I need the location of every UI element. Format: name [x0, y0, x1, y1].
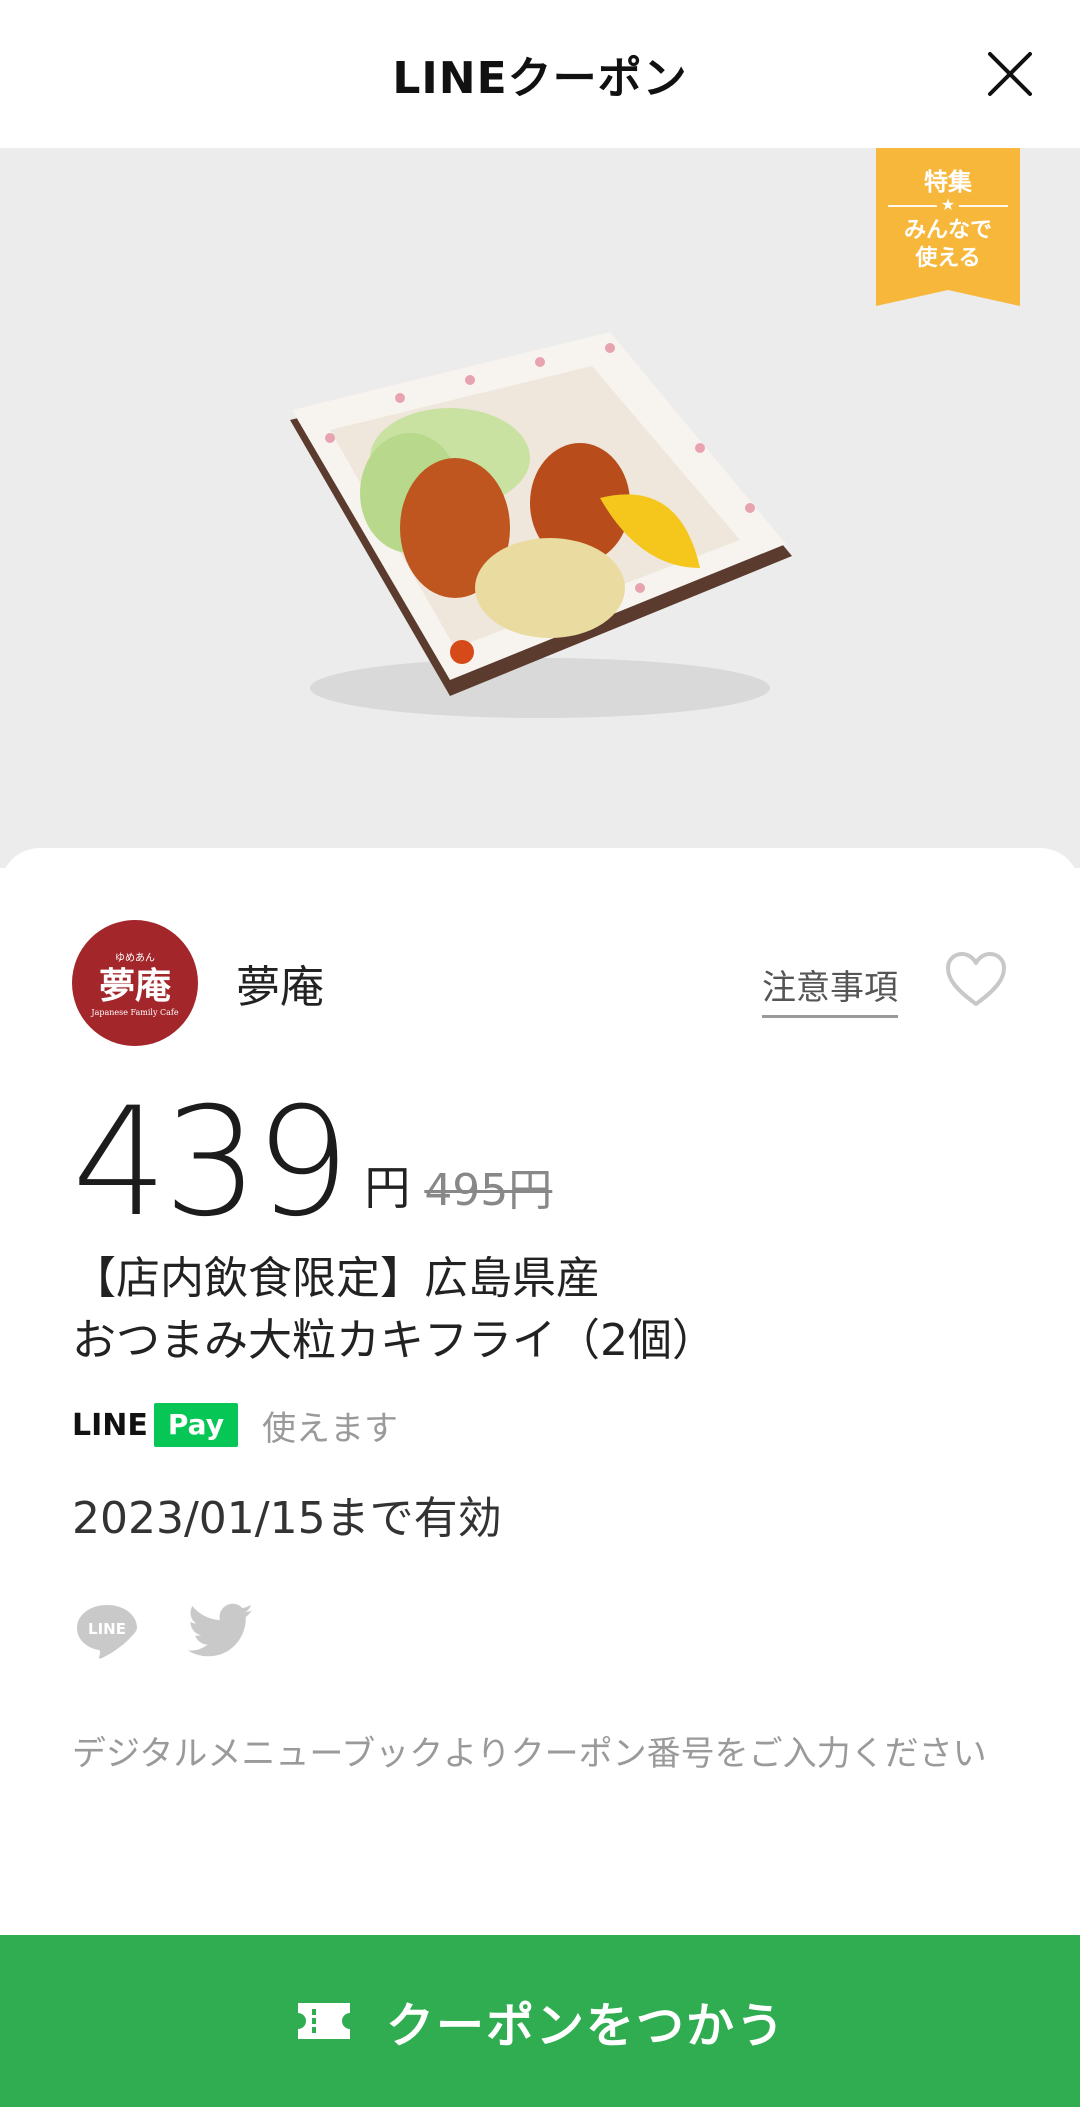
header: LINEクーポン	[0, 0, 1080, 148]
price-amount: 439	[72, 1076, 350, 1250]
line-pay-row: LINE Pay 使えます	[72, 1400, 398, 1450]
shop-logo-ruby: ゆめあん	[115, 953, 155, 964]
badge-title: 特集	[924, 168, 972, 196]
line-pay-logo-pay: Pay	[153, 1403, 238, 1447]
feature-badge: 特集 ★ みんなで 使える	[876, 148, 1020, 306]
validity-date: 2023/01/15まで有効	[72, 1493, 502, 1544]
twitter-icon	[188, 1603, 253, 1657]
shop-logo-subtitle: Japanese Family Cafe	[91, 1008, 179, 1017]
use-coupon-label: クーポンをつかう	[385, 1998, 786, 2054]
coupon-title: 【店内飲食限定】広島県産 おつまみ大粒カキフライ（2個）	[72, 1253, 716, 1366]
close-button[interactable]	[980, 44, 1040, 104]
shop-logo[interactable]: ゆめあん 夢庵 Japanese Family Cafe	[72, 920, 198, 1046]
badge-subtitle: みんなで 使える	[903, 218, 992, 271]
share-row: LINE	[72, 1596, 256, 1666]
coupon-card: ゆめあん 夢庵 Japanese Family Cafe 夢庵 注意事項 439…	[0, 848, 1080, 2107]
shop-name[interactable]: 夢庵	[236, 951, 324, 1015]
original-price: 495円	[424, 1165, 553, 1216]
notice-link[interactable]: 注意事項	[762, 960, 898, 1018]
line-pay-logo-line: LINE	[72, 1407, 148, 1443]
price-row: 439 円 495円	[72, 1088, 552, 1238]
price-unit: 円	[364, 1161, 411, 1215]
line-share-icon: LINE	[77, 1605, 137, 1659]
shop-row: ゆめあん 夢庵 Japanese Family Cafe 夢庵 注意事項	[72, 920, 1008, 1046]
favorite-button[interactable]	[944, 950, 1008, 1010]
hero-image: 特集 ★ みんなで 使える	[0, 148, 1080, 868]
brand-title: LINEクーポン	[392, 53, 688, 104]
instruction-text: デジタルメニューブックよりクーポン番号をご入力ください	[72, 1734, 987, 1774]
use-coupon-button[interactable]: クーポンをつかう	[0, 1935, 1080, 2107]
coupon-screen: LINEクーポン 特集 ★ みんなで 使える ゆめあん 夢庵 Japanese …	[0, 0, 1080, 2107]
close-icon	[988, 52, 1032, 96]
line-share-button[interactable]: LINE	[72, 1596, 142, 1666]
shop-logo-text: 夢庵	[98, 965, 171, 1007]
heart-outline-icon	[946, 952, 1006, 1006]
twitter-share-button[interactable]	[186, 1596, 256, 1666]
star-icon: ★	[936, 194, 960, 216]
ticket-icon	[297, 2003, 350, 2039]
line-pay-status: 使えます	[261, 1408, 398, 1449]
line-share-label: LINE	[88, 1620, 126, 1638]
